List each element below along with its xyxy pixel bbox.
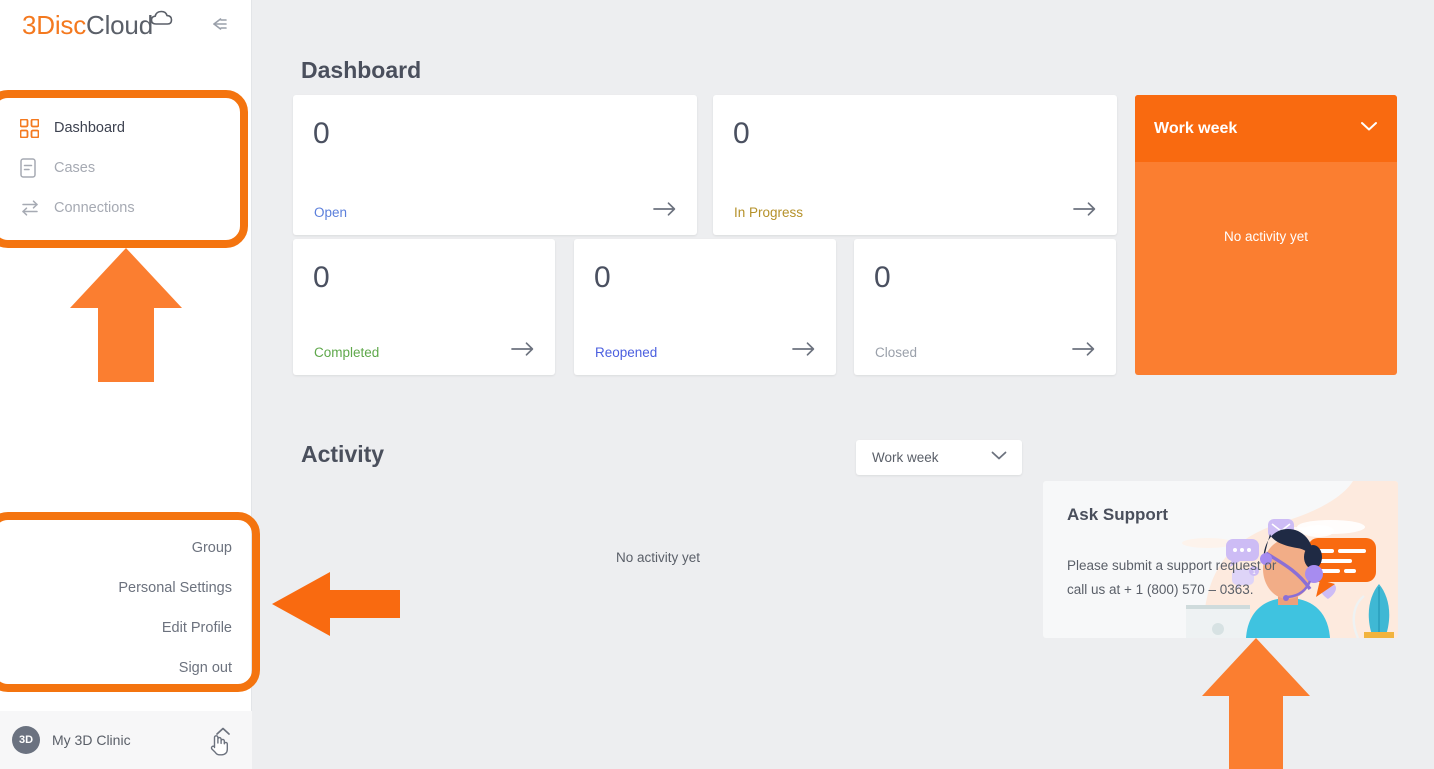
collapse-left-icon (207, 15, 231, 38)
user-menu-item-group[interactable]: Group (0, 528, 232, 568)
stat-label: In Progress (734, 205, 804, 220)
arrow-right-icon[interactable] (510, 340, 536, 363)
stat-label: Completed (314, 345, 380, 360)
stat-label: Closed (875, 345, 918, 360)
arrow-right-icon[interactable] (791, 340, 817, 363)
work-week-empty-text: No activity yet (1223, 229, 1309, 244)
sidebar-item-label: Cases (54, 160, 96, 176)
sidebar-item-label: Connections (54, 200, 135, 216)
activity-period-value: Work week (872, 450, 939, 465)
document-icon (20, 157, 46, 179)
cloud-icon (150, 9, 174, 32)
sidebar-item-label: Dashboard (54, 120, 125, 136)
account-caret-button[interactable] (208, 725, 238, 756)
account-name: My 3D Clinic (52, 732, 131, 748)
ask-support-title: Ask Support (1067, 505, 1169, 524)
ask-support-card[interactable]: 1 Ask Support Please submit a support re… (1043, 481, 1398, 638)
stat-card-reopened[interactable]: 0 Reopened (574, 239, 836, 375)
logo-secondary-text: Cloud (86, 10, 153, 40)
ask-support-text: Please submit a support request or call … (1067, 558, 1277, 597)
logo-primary-text: 3Disc (22, 10, 87, 40)
stat-label: Reopened (595, 345, 658, 360)
avatar: 3D (12, 726, 40, 754)
main-content: Dashboard 0 Open 0 In Progress 0 Complet… (252, 0, 1434, 769)
arrow-right-icon[interactable] (1072, 200, 1098, 223)
stat-value: 0 (874, 261, 891, 294)
user-menu-item-edit-profile[interactable]: Edit Profile (0, 608, 232, 648)
app-logo[interactable]: 3Disc Cloud (22, 10, 153, 41)
arrow-right-icon[interactable] (1071, 340, 1097, 363)
exchange-arrows-icon (20, 197, 46, 219)
app-root: 3Disc Cloud Dashboard Cases Connections … (0, 0, 1434, 769)
stat-card-in-progress[interactable]: 0 In Progress (713, 95, 1117, 235)
stat-value: 0 (313, 261, 330, 294)
chevron-down-icon (989, 449, 1009, 467)
arrow-right-icon[interactable] (652, 200, 678, 223)
stat-value: 0 (594, 261, 611, 294)
user-menu-item-personal-settings[interactable]: Personal Settings (0, 568, 232, 608)
sidebar-item-cases[interactable]: Cases (0, 148, 252, 188)
stat-card-completed[interactable]: 0 Completed (293, 239, 555, 375)
sidebar-nav: Dashboard Cases Connections (0, 108, 252, 228)
stat-card-open[interactable]: 0 Open (293, 95, 697, 235)
collapse-sidebar-button[interactable] (203, 13, 235, 39)
activity-empty-text: No activity yet (615, 550, 701, 565)
work-week-panel: Work week No activity yet (1135, 95, 1397, 375)
sidebar-item-dashboard[interactable]: Dashboard (0, 108, 252, 148)
activity-title: Activity (301, 441, 385, 467)
chevron-down-icon[interactable] (1358, 119, 1380, 138)
stat-card-closed[interactable]: 0 Closed (854, 239, 1116, 375)
user-menu-item-sign-out[interactable]: Sign out (0, 648, 232, 688)
work-week-panel-header[interactable]: Work week (1135, 95, 1397, 162)
pointer-hand-icon (206, 731, 232, 762)
stat-value: 0 (733, 117, 750, 150)
activity-period-select[interactable]: Work week (856, 440, 1022, 475)
stat-value: 0 (313, 117, 330, 150)
sidebar: 3Disc Cloud Dashboard Cases Connections … (0, 0, 252, 769)
grid-squares-icon (20, 117, 46, 139)
sidebar-item-connections[interactable]: Connections (0, 188, 252, 228)
page-title: Dashboard (301, 57, 422, 83)
work-week-panel-title: Work week (1154, 119, 1238, 137)
stat-label: Open (314, 205, 348, 220)
user-menu: Group Personal Settings Edit Profile Sig… (0, 528, 252, 688)
account-bar[interactable]: 3D My 3D Clinic (0, 711, 252, 769)
